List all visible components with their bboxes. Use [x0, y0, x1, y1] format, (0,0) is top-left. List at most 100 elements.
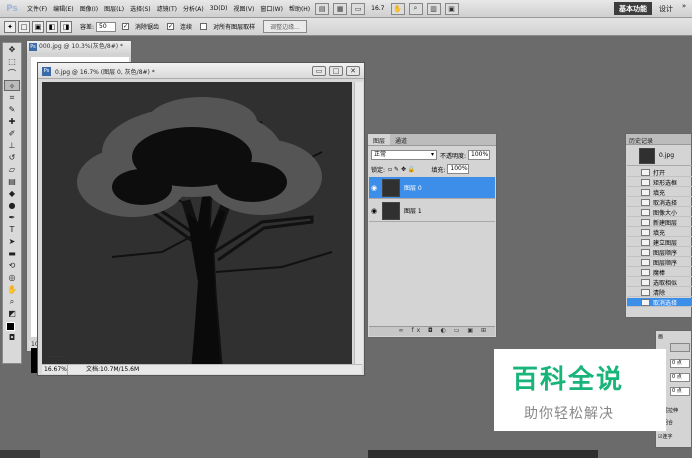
document-window-main[interactable]: Ps 0.jpg @ 16.7% (图层 0, 灰色/8#) * ▭ □ ✕ -…: [37, 62, 365, 376]
history-brush-icon[interactable]: ↺: [4, 152, 20, 163]
menu-view[interactable]: 视图(V): [231, 4, 258, 13]
zoom-level[interactable]: 16.7: [371, 5, 384, 12]
document-back-titlebar[interactable]: Ps 000.jpg @ 10.3%(灰色/8#) *: [27, 41, 131, 53]
refine-edge-button[interactable]: 调整边缘...: [263, 20, 307, 33]
clone-stamp-icon[interactable]: ⊥: [4, 140, 20, 151]
history-item[interactable]: 建立图层: [627, 238, 692, 247]
history-item[interactable]: 选取相似: [627, 278, 692, 287]
document-main-titlebar[interactable]: Ps 0.jpg @ 16.7% (图层 0, 灰色/8#) * ▭ □ ✕: [38, 63, 364, 79]
eye-icon[interactable]: ◉: [369, 184, 379, 192]
history-item[interactable]: 矩形选框: [627, 178, 692, 187]
history-item[interactable]: 取消选择: [627, 298, 692, 307]
blur-tool-icon[interactable]: ◆: [4, 188, 20, 199]
history-item[interactable]: 打开: [627, 168, 692, 177]
blend-mode-select[interactable]: 正常: [371, 150, 437, 160]
layers-panel-bottom-icons[interactable]: ∞ fx ◘ ◐ ▭ ▣ ⊞: [369, 326, 495, 336]
zoom-tool-icon[interactable]: ⌕: [408, 2, 423, 15]
spacing-field[interactable]: 0 点: [670, 387, 690, 396]
arrange-docs-icon[interactable]: ▥: [426, 2, 441, 15]
lasso-tool-icon[interactable]: ⌒: [4, 68, 20, 79]
crop-tool-icon[interactable]: ⌗: [4, 92, 20, 103]
antialias-checkbox[interactable]: ✓: [122, 23, 130, 30]
path-select-icon[interactable]: ➤: [4, 236, 20, 247]
eraser-tool-icon[interactable]: ▱: [4, 164, 20, 175]
3d-orbit-icon[interactable]: ◎: [4, 272, 20, 283]
menu-analysis[interactable]: 分析(A): [180, 4, 207, 13]
history-snapshot[interactable]: 0.jpg: [627, 146, 692, 166]
panel-icon-box[interactable]: [670, 343, 690, 352]
zoom-tool-icon[interactable]: ⌕: [4, 296, 20, 307]
history-item[interactable]: 清除: [627, 288, 692, 297]
type-tool-icon[interactable]: T: [4, 224, 20, 235]
menu-file[interactable]: 文件(F): [24, 4, 50, 13]
history-item[interactable]: 图层顺序: [627, 258, 692, 267]
fill-input[interactable]: 100%: [447, 164, 470, 174]
hyphenate-checkbox[interactable]: ☑连字: [658, 433, 672, 440]
brush-tool-icon[interactable]: ✐: [4, 128, 20, 139]
document-main-vscrollbar[interactable]: [354, 82, 363, 364]
history-item[interactable]: 取消选择: [627, 198, 692, 207]
shape-tool-icon[interactable]: ▬: [4, 248, 20, 259]
pen-tool-icon[interactable]: ✒: [4, 212, 20, 223]
history-item[interactable]: 新建图层: [627, 218, 692, 227]
workspace-more-button[interactable]: »: [678, 2, 690, 15]
default-colors-icon[interactable]: ◩: [4, 308, 20, 319]
marquee-tool-icon[interactable]: ⬚: [4, 56, 20, 67]
gradient-tool-icon[interactable]: ▤: [4, 176, 20, 187]
doc-size-info[interactable]: 文档:10.7M/15.6M: [68, 365, 139, 375]
magic-wand-preset-icon[interactable]: ✦: [4, 20, 16, 33]
contiguous-label: 连续: [180, 24, 193, 31]
maximize-button[interactable]: □: [329, 66, 343, 76]
contiguous-checkbox[interactable]: ✓: [167, 23, 175, 30]
dodge-tool-icon[interactable]: ●: [4, 200, 20, 211]
screen-mode-icon[interactable]: ▣: [444, 2, 459, 15]
healing-brush-icon[interactable]: ✚: [4, 116, 20, 127]
opacity-input[interactable]: 100%: [468, 150, 491, 160]
view-extras-icon[interactable]: ▭: [351, 2, 366, 15]
history-item[interactable]: 填充: [627, 228, 692, 237]
history-item[interactable]: 魔棒: [627, 268, 692, 277]
lock-icons[interactable]: ▫ ✎ ✥ 🔒: [388, 166, 415, 173]
history-item[interactable]: 图层顺序: [627, 248, 692, 257]
add-selection-icon[interactable]: ▣: [32, 20, 44, 33]
close-button[interactable]: ✕: [346, 66, 360, 76]
tolerance-input[interactable]: 50: [96, 21, 117, 32]
workspace-design-button[interactable]: 设计: [655, 2, 677, 15]
menu-help[interactable]: 帮助(H): [286, 4, 313, 13]
new-selection-icon[interactable]: □: [18, 20, 30, 33]
tab-history[interactable]: 历史记录: [626, 134, 691, 145]
layer-row[interactable]: ◉ 图层 1: [369, 200, 495, 222]
history-item[interactable]: 填充: [627, 188, 692, 197]
3d-rotate-icon[interactable]: ⟲: [4, 260, 20, 271]
spacing-field[interactable]: 0 点: [670, 359, 690, 368]
document-main-canvas[interactable]: - - - -: [42, 82, 352, 364]
menu-filter[interactable]: 滤镜(T): [154, 4, 180, 13]
bridge-icon[interactable]: ▤: [315, 2, 330, 15]
eye-icon[interactable]: ◉: [369, 207, 379, 215]
menu-edit[interactable]: 编辑(E): [50, 4, 76, 13]
menu-layer[interactable]: 图层(L): [101, 4, 127, 13]
menu-select[interactable]: 选择(S): [127, 4, 154, 13]
workspace-essentials-button[interactable]: 基本功能: [614, 2, 652, 15]
history-item[interactable]: 图像大小: [627, 208, 692, 217]
menu-image[interactable]: 图像(I): [77, 4, 101, 13]
eyedropper-tool-icon[interactable]: ✎: [4, 104, 20, 115]
foreground-color-swatch[interactable]: [6, 322, 15, 331]
hand-tool-icon[interactable]: ✋: [4, 284, 20, 295]
mini-bridge-icon[interactable]: ▦: [333, 2, 348, 15]
spacing-field[interactable]: 0 点: [670, 373, 690, 382]
menu-3d[interactable]: 3D(D): [207, 5, 231, 12]
menu-window[interactable]: 窗口(W): [257, 4, 286, 13]
move-tool-icon[interactable]: ✥: [4, 44, 20, 55]
hand-tool-icon[interactable]: ✋: [390, 2, 405, 15]
tab-channels[interactable]: 通道: [390, 134, 412, 145]
quick-mask-icon[interactable]: ◘: [4, 332, 20, 343]
zoom-status[interactable]: 16.67%: [42, 365, 68, 375]
layer-row[interactable]: ◉ 图层 0: [369, 177, 495, 199]
subtract-selection-icon[interactable]: ◧: [46, 20, 58, 33]
magic-wand-tool-icon[interactable]: ✧: [4, 80, 20, 91]
minimize-button[interactable]: ▭: [312, 66, 326, 76]
all-layers-checkbox[interactable]: [200, 23, 208, 30]
tab-layers[interactable]: 图层: [368, 134, 391, 145]
intersect-selection-icon[interactable]: ◨: [60, 20, 72, 33]
